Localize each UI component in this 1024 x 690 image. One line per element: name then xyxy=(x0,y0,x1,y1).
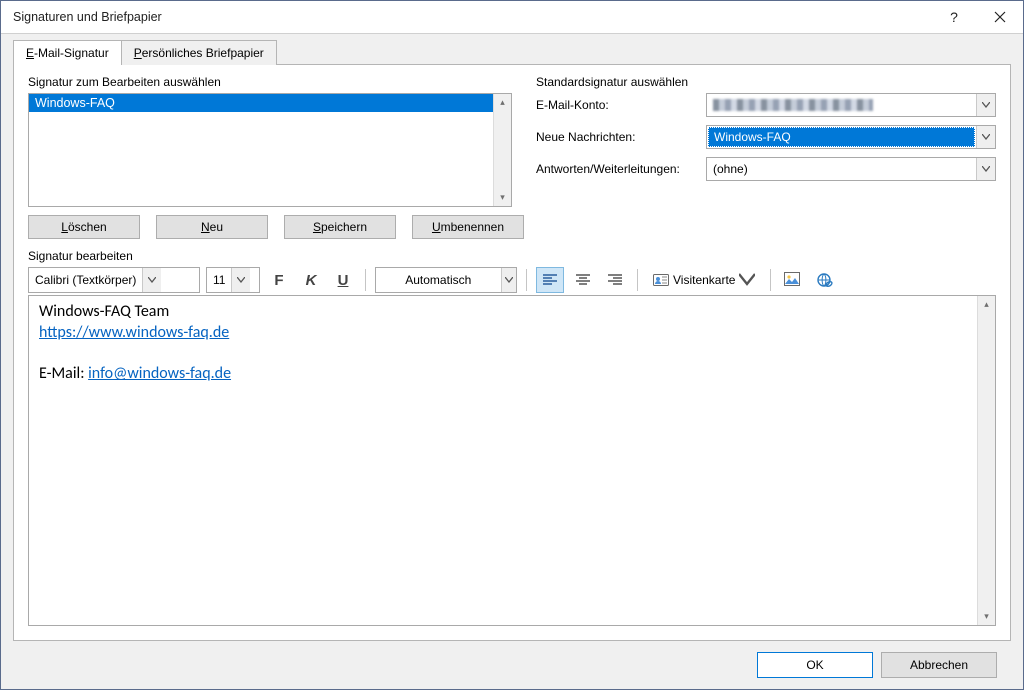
chevron-down-icon xyxy=(976,126,995,148)
new-messages-label: Neue Nachrichten: xyxy=(536,130,706,144)
signature-list-item[interactable]: Windows-FAQ xyxy=(29,94,493,112)
font-family-combo[interactable]: Calibri (Textkörper) xyxy=(28,267,200,293)
new-button[interactable]: Neu xyxy=(156,215,268,239)
signature-list-scrollbar[interactable]: ▴ ▾ xyxy=(493,94,511,206)
italic-button[interactable]: K xyxy=(298,268,324,292)
cancel-button[interactable]: Abbrechen xyxy=(881,652,997,678)
edit-signature-label: Signatur bearbeiten xyxy=(28,249,996,263)
chevron-down-icon xyxy=(231,268,250,292)
save-button[interactable]: Speichern xyxy=(284,215,396,239)
close-icon xyxy=(994,11,1006,23)
window-title: Signaturen und Briefpapier xyxy=(13,10,931,24)
signature-editor[interactable]: Windows-FAQ Team https://www.windows-faq… xyxy=(28,295,996,626)
scroll-down-icon: ▾ xyxy=(984,608,989,625)
tabstrip: E-Mail-Signatur Persönliches Briefpapier xyxy=(13,40,1011,65)
chevron-down-icon xyxy=(501,268,516,292)
rename-button[interactable]: Umbenennen xyxy=(412,215,524,239)
editor-link[interactable]: info@windows-faq.de xyxy=(88,364,231,383)
help-button[interactable]: ? xyxy=(931,1,977,33)
editor-line: E-Mail: info@windows-faq.de xyxy=(39,364,967,385)
align-right-icon xyxy=(608,274,622,286)
editor-line: https://www.windows-faq.de xyxy=(39,323,967,344)
editor-link[interactable]: https://www.windows-faq.de xyxy=(39,323,229,342)
titlebar: Signaturen und Briefpapier ? xyxy=(1,1,1023,34)
scroll-up-icon: ▴ xyxy=(984,296,989,313)
separator xyxy=(526,269,527,291)
chevron-down-icon xyxy=(976,158,995,180)
dialog-footer: OK Abbrechen xyxy=(13,641,1011,689)
delete-button[interactable]: Löschen xyxy=(28,215,140,239)
default-signature-label: Standardsignatur auswählen xyxy=(536,75,996,89)
signature-list[interactable]: Windows-FAQ ▴ ▾ xyxy=(28,93,512,207)
scroll-down-icon: ▾ xyxy=(500,189,505,206)
insert-picture-button[interactable] xyxy=(780,268,806,292)
hyperlink-icon xyxy=(816,272,834,288)
email-account-combo[interactable] xyxy=(706,93,996,117)
business-card-button[interactable]: Visitenkarte xyxy=(647,268,761,292)
tab-email-signature[interactable]: E-Mail-Signatur xyxy=(13,40,122,65)
font-size-combo[interactable]: 11 xyxy=(206,267,260,293)
email-account-label: E-Mail-Konto: xyxy=(536,98,706,112)
editor-line: Windows-FAQ Team xyxy=(39,302,967,323)
close-button[interactable] xyxy=(977,1,1023,33)
font-color-combo[interactable]: Automatisch xyxy=(375,267,517,293)
tab-panel: Signatur zum Bearbeiten auswählen Window… xyxy=(13,64,1011,641)
chevron-down-icon xyxy=(739,273,755,287)
replies-forwards-combo[interactable]: (ohne) xyxy=(706,157,996,181)
scroll-up-icon: ▴ xyxy=(500,94,505,111)
separator xyxy=(637,269,638,291)
align-center-icon xyxy=(576,274,590,286)
new-messages-combo[interactable]: Windows-FAQ xyxy=(706,125,996,149)
align-left-button[interactable] xyxy=(536,267,564,293)
picture-icon xyxy=(784,272,802,288)
align-center-button[interactable] xyxy=(570,268,596,292)
align-left-icon xyxy=(543,274,557,286)
separator xyxy=(770,269,771,291)
ok-button[interactable]: OK xyxy=(757,652,873,678)
insert-hyperlink-button[interactable] xyxy=(812,268,838,292)
editor-toolbar: Calibri (Textkörper) 11 F K U Automatisc… xyxy=(28,267,996,293)
signatures-dialog: Signaturen und Briefpapier ? E-Mail-Sign… xyxy=(0,0,1024,690)
underline-button[interactable]: U xyxy=(330,268,356,292)
chevron-down-icon xyxy=(976,94,995,116)
bold-button[interactable]: F xyxy=(266,268,292,292)
business-card-icon xyxy=(653,273,669,287)
editor-scrollbar[interactable]: ▴ ▾ xyxy=(977,296,995,625)
separator xyxy=(365,269,366,291)
editor-content[interactable]: Windows-FAQ Team https://www.windows-faq… xyxy=(29,296,977,625)
tab-personal-stationery[interactable]: Persönliches Briefpapier xyxy=(121,40,277,65)
replies-forwards-label: Antworten/Weiterleitungen: xyxy=(536,162,706,176)
signature-list-label: Signatur zum Bearbeiten auswählen xyxy=(28,75,512,89)
chevron-down-icon xyxy=(142,268,161,292)
align-right-button[interactable] xyxy=(602,268,628,292)
